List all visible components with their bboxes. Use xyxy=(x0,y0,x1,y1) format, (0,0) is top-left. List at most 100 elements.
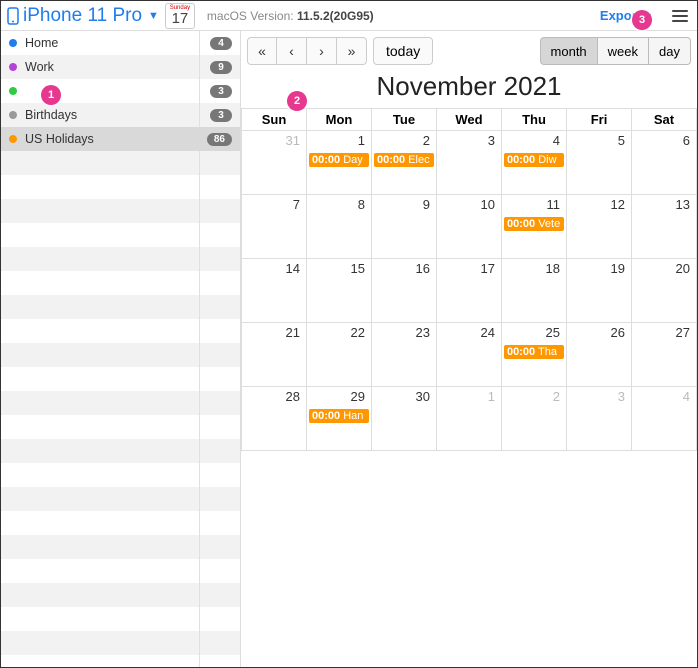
event-pill[interactable]: 00:00 Day xyxy=(309,153,369,167)
nav-group: « ‹ › » xyxy=(247,37,367,65)
day-cell[interactable]: 30 xyxy=(372,387,437,451)
day-cell[interactable]: 29 00:00 Han xyxy=(307,387,372,451)
day-cell[interactable]: 5 xyxy=(567,131,632,195)
day-number: 3 xyxy=(618,389,625,404)
day-number: 1 xyxy=(358,133,365,148)
weekday-cell: Thu xyxy=(502,109,567,131)
day-cell[interactable]: 17 xyxy=(437,259,502,323)
day-number: 16 xyxy=(416,261,430,276)
event-pill[interactable]: 00:00 Diw xyxy=(504,153,564,167)
day-cell[interactable]: 8 xyxy=(307,195,372,259)
device-label: iPhone 11 Pro xyxy=(23,5,142,27)
calendar-list: Home4Work93Birthdays3US Holidays86 xyxy=(1,31,240,151)
view-day-button[interactable]: day xyxy=(649,37,691,65)
nav-next-button[interactable]: › xyxy=(307,37,337,65)
event-time: 00:00 xyxy=(312,410,340,422)
chevron-down-icon: ▼ xyxy=(148,10,159,22)
day-number: 26 xyxy=(611,325,625,340)
weekday-cell: Mon xyxy=(307,109,372,131)
nav-prev-button[interactable]: ‹ xyxy=(277,37,307,65)
menu-icon[interactable] xyxy=(669,10,691,22)
day-cell[interactable]: 21 xyxy=(242,323,307,387)
day-cell[interactable]: 2 00:00 Elec xyxy=(372,131,437,195)
day-number: 20 xyxy=(676,261,690,276)
day-number: 10 xyxy=(481,197,495,212)
sidebar-item[interactable]: Home 4 xyxy=(1,31,240,55)
day-cell[interactable]: 27 xyxy=(632,323,697,387)
phone-icon xyxy=(7,7,19,25)
calendar-grid: 31100:00 Day200:00 Elec3400:00 Diw567891… xyxy=(241,131,697,451)
sidebar-item[interactable]: US Holidays86 xyxy=(1,127,240,151)
sidebar-item[interactable]: 3 xyxy=(1,79,240,103)
day-cell[interactable]: 400:00 Diw xyxy=(502,131,567,195)
day-cell[interactable]: 24 xyxy=(437,323,502,387)
day-cell[interactable]: 3 xyxy=(567,387,632,451)
event-pill[interactable]: 00:00 Han xyxy=(309,409,369,423)
day-cell[interactable]: 6 xyxy=(632,131,697,195)
day-cell[interactable]: 1100:00 Vete xyxy=(502,195,567,259)
view-week-button[interactable]: week xyxy=(598,37,649,65)
event-title: Vete xyxy=(535,218,560,230)
event-pill[interactable]: 00:00 Elec xyxy=(374,153,434,167)
day-cell[interactable]: 28 xyxy=(242,387,307,451)
sidebar-item-label: Home xyxy=(25,36,202,50)
day-cell[interactable]: 14 xyxy=(242,259,307,323)
day-number: 17 xyxy=(481,261,495,276)
day-number: 18 xyxy=(546,261,560,276)
day-number: 30 xyxy=(416,389,430,404)
day-number: 25 xyxy=(546,325,560,340)
day-number: 21 xyxy=(286,325,300,340)
day-cell[interactable]: 12 xyxy=(567,195,632,259)
color-dot-icon xyxy=(9,63,17,71)
day-cell[interactable]: 1 xyxy=(437,387,502,451)
event-pill[interactable]: 00:00 Tha xyxy=(504,345,564,359)
day-number: 2 xyxy=(423,133,430,148)
weekday-cell: Sat xyxy=(632,109,697,131)
today-button[interactable]: today xyxy=(373,37,433,65)
nav-last-button[interactable]: » xyxy=(337,37,367,65)
day-cell[interactable]: 23 xyxy=(372,323,437,387)
day-cell[interactable]: 31 xyxy=(242,131,307,195)
event-time: 00:00 xyxy=(377,154,405,166)
day-number: 9 xyxy=(423,197,430,212)
count-badge: 4 xyxy=(210,37,232,50)
event-title: Elec xyxy=(405,154,429,166)
day-cell[interactable]: 22 xyxy=(307,323,372,387)
day-number: 14 xyxy=(286,261,300,276)
date-badge[interactable]: Sunday 17 xyxy=(165,3,195,29)
count-badge: 9 xyxy=(210,61,232,74)
sidebar-item-label: US Holidays xyxy=(25,132,199,146)
count-badge: 3 xyxy=(210,109,232,122)
weekday-cell: Tue xyxy=(372,109,437,131)
day-cell[interactable]: 20 xyxy=(632,259,697,323)
sidebar-item[interactable]: Birthdays3 xyxy=(1,103,240,127)
event-pill[interactable]: 00:00 Vete xyxy=(504,217,564,231)
day-cell[interactable]: 1 00:00 Day xyxy=(307,131,372,195)
day-cell[interactable]: 13 xyxy=(632,195,697,259)
day-cell[interactable]: 9 xyxy=(372,195,437,259)
day-cell[interactable]: 16 xyxy=(372,259,437,323)
day-cell[interactable]: 10 xyxy=(437,195,502,259)
day-cell[interactable]: 25 00:00 Tha xyxy=(502,323,567,387)
nav-first-button[interactable]: « xyxy=(247,37,277,65)
device-selector[interactable]: iPhone 11 Pro ▼ xyxy=(7,5,159,27)
view-month-button[interactable]: month xyxy=(540,37,598,65)
annotation-marker-2: 2 xyxy=(287,91,307,111)
sidebar: Home4Work93Birthdays3US Holidays86 1 xyxy=(1,31,241,667)
day-cell[interactable]: 2 xyxy=(502,387,567,451)
day-number: 1 xyxy=(488,389,495,404)
day-cell[interactable]: 15 xyxy=(307,259,372,323)
day-cell[interactable]: 18 xyxy=(502,259,567,323)
day-number: 23 xyxy=(416,325,430,340)
event-title: Tha xyxy=(535,346,557,358)
day-number: 8 xyxy=(358,197,365,212)
day-cell[interactable]: 7 xyxy=(242,195,307,259)
day-cell[interactable]: 19 xyxy=(567,259,632,323)
day-cell[interactable]: 4 xyxy=(632,387,697,451)
sidebar-item[interactable]: Work9 xyxy=(1,55,240,79)
weekday-cell: Sun xyxy=(242,109,307,131)
day-cell[interactable]: 26 xyxy=(567,323,632,387)
day-number: 31 xyxy=(286,133,300,148)
day-cell[interactable]: 3 xyxy=(437,131,502,195)
day-number: 29 xyxy=(351,389,365,404)
